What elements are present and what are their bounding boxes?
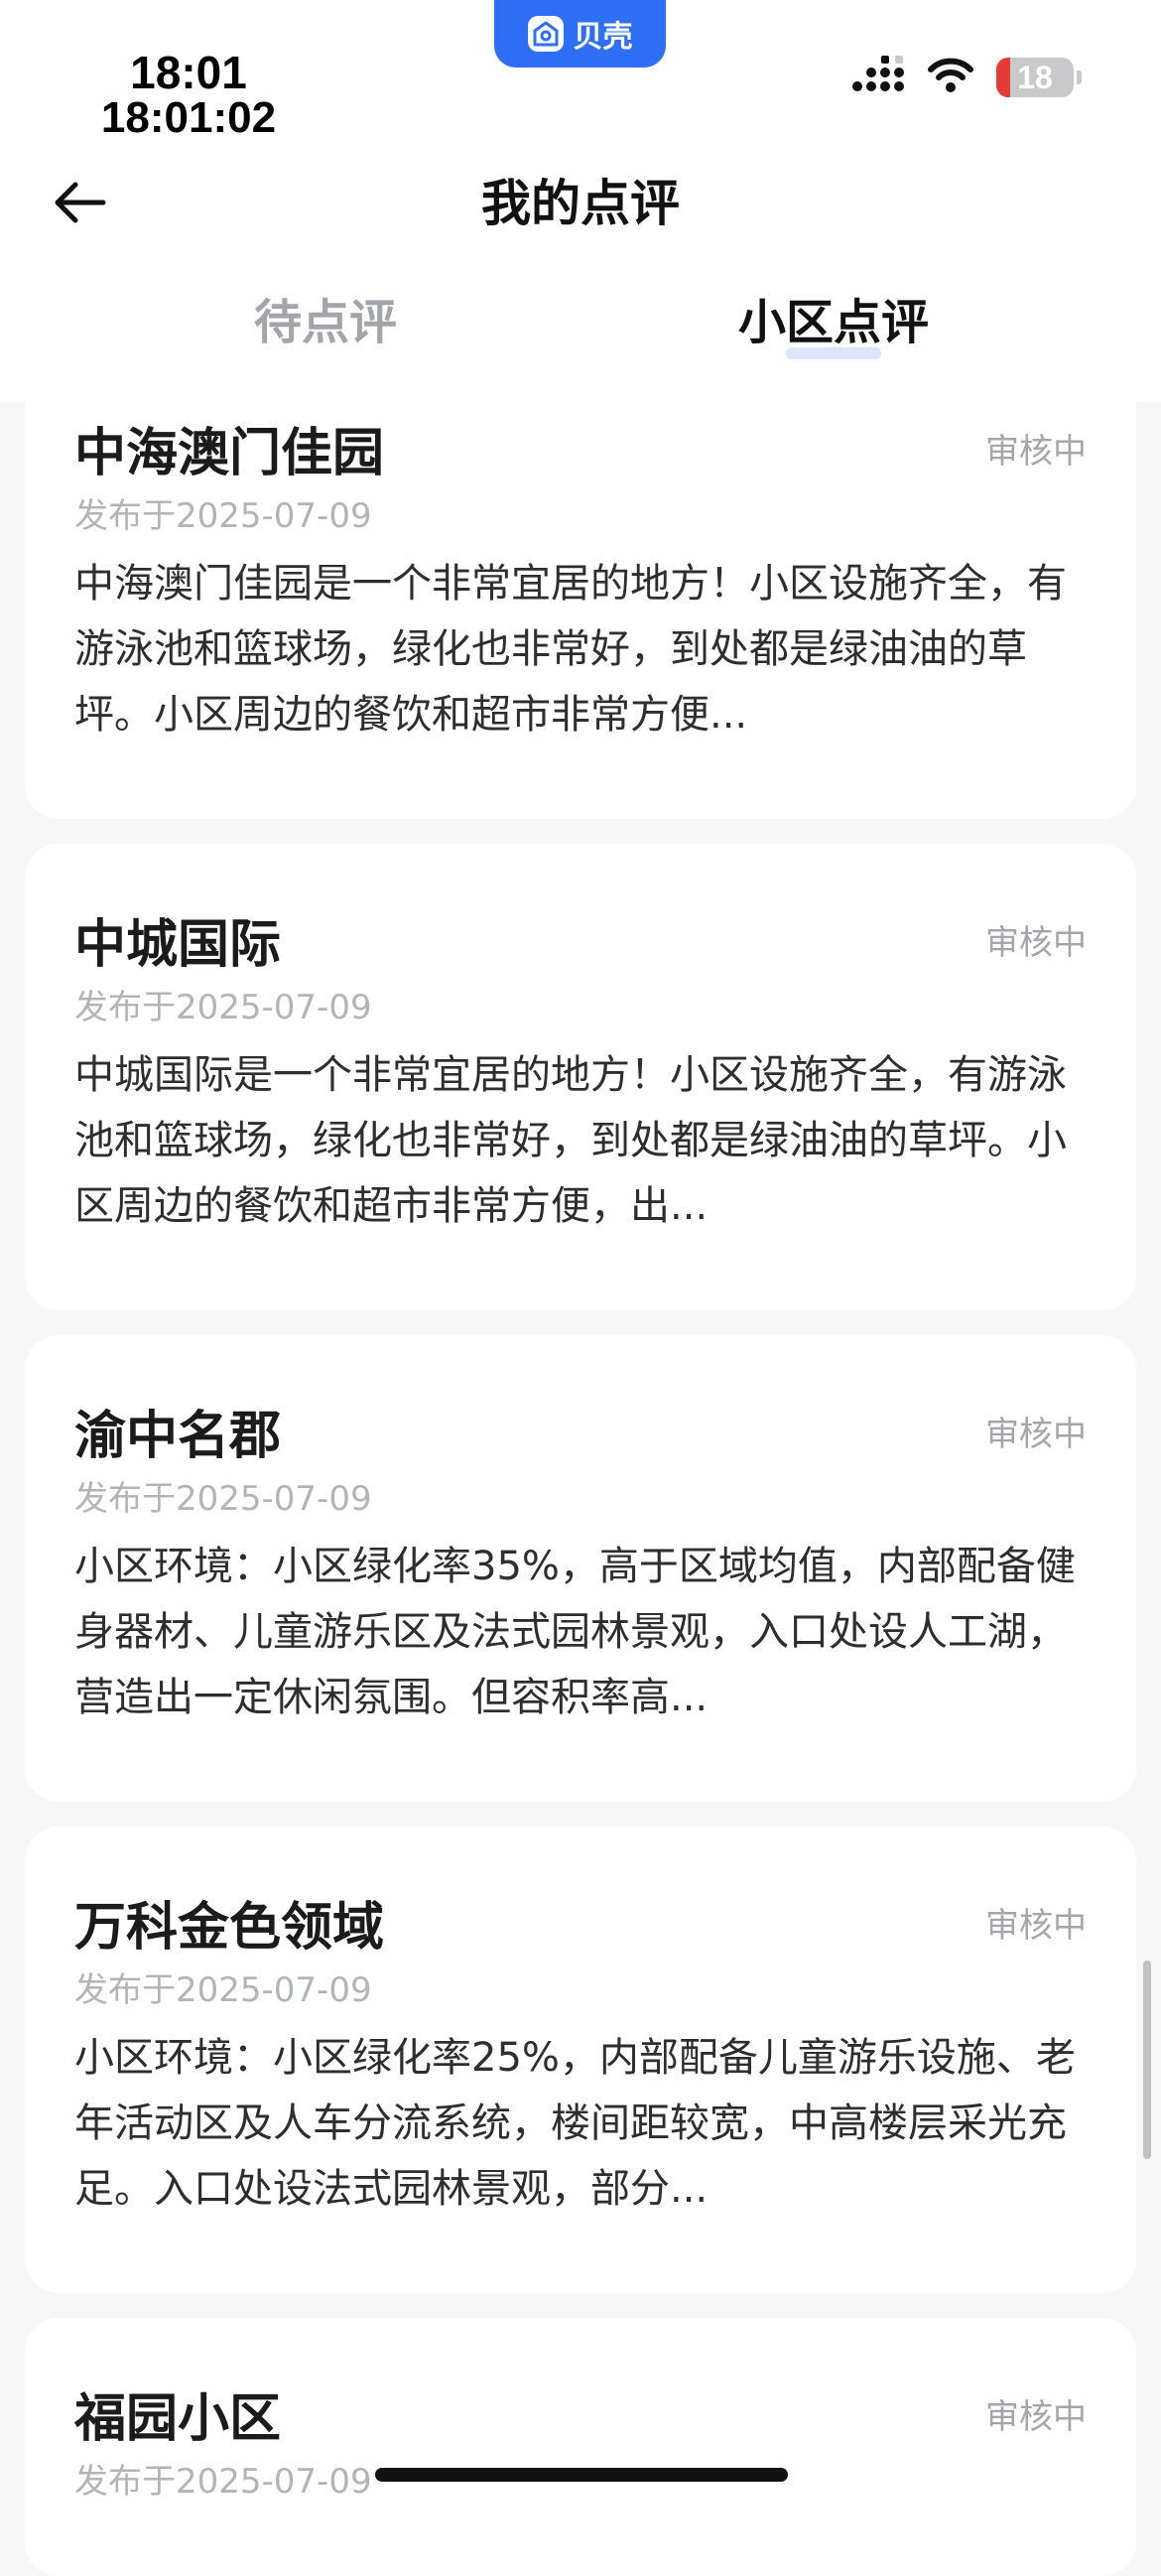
status-time-hm: 18:01 — [130, 47, 247, 98]
active-tab-indicator — [786, 347, 881, 359]
cellular-signal-icon — [851, 56, 905, 99]
status-time: 18:01 18:01:02 — [89, 50, 288, 141]
review-date: 发布于2025-07-09 — [74, 2462, 372, 2502]
wifi-icon — [927, 58, 974, 97]
review-date: 发布于2025-07-09 — [74, 988, 372, 1027]
review-card[interactable]: 中城国际 审核中 发布于2025-07-09 中城国际是一个非常宜居的地方！小区… — [25, 844, 1136, 1310]
header: 贝壳 18:01 18:01:02 18 我的点评 待点评 小区点评 — [0, 0, 1161, 402]
review-status-badge: 审核中 — [985, 2397, 1087, 2437]
page-title: 我的点评 — [481, 175, 680, 232]
review-card[interactable]: 中海澳门佳园 审核中 发布于2025-07-09 中海澳门佳园是一个非常宜居的地… — [25, 352, 1136, 819]
community-name: 渝中名郡 — [74, 1407, 282, 1466]
review-card[interactable]: 福园小区 审核中 发布于2025-07-09 — [25, 2318, 1136, 2576]
review-date: 发布于2025-07-09 — [74, 1479, 372, 1519]
status-time-hms: 18:01:02 — [100, 93, 277, 142]
community-name: 中海澳门佳园 — [74, 424, 385, 483]
community-name: 中城国际 — [74, 915, 282, 975]
review-date: 发布于2025-07-09 — [74, 496, 372, 536]
beike-logo-icon — [527, 16, 564, 52]
review-date: 发布于2025-07-09 — [74, 1970, 372, 2010]
review-status-badge: 审核中 — [985, 1415, 1087, 1454]
battery-icon: 18 — [996, 58, 1074, 97]
review-card[interactable]: 渝中名郡 审核中 发布于2025-07-09 小区环境：小区绿化率35%，高于区… — [25, 1335, 1136, 1802]
scrollbar[interactable] — [1143, 1961, 1151, 2159]
tab-pending-reviews[interactable]: 待点评 — [127, 288, 524, 357]
review-status-badge: 审核中 — [985, 923, 1087, 963]
community-name: 万科金色领域 — [74, 1898, 385, 1958]
app-badge-label: 贝壳 — [573, 20, 633, 55]
battery-level: 18 — [1017, 59, 1053, 95]
review-card[interactable]: 万科金色领域 审核中 发布于2025-07-09 小区环境：小区绿化率25%，内… — [25, 1827, 1136, 2293]
app-badge[interactable]: 贝壳 — [494, 0, 666, 68]
review-content: 中海澳门佳园是一个非常宜居的地方！小区设施齐全，有游泳池和篮球场，绿化也非常好，… — [74, 561, 1067, 738]
review-content: 中城国际是一个非常宜居的地方！小区设施齐全，有游泳池和篮球场，绿化也非常好，到处… — [74, 1052, 1067, 1229]
battery-group: 18 — [996, 58, 1082, 97]
home-indicator[interactable] — [375, 2468, 788, 2482]
review-content: 小区环境：小区绿化率35%，高于区域均值，内部配备健身器材、儿童游乐区及法式园林… — [74, 1544, 1076, 1720]
review-status-badge: 审核中 — [985, 432, 1087, 472]
battery-fill — [996, 58, 1011, 97]
back-button[interactable] — [40, 169, 119, 240]
battery-cap — [1077, 70, 1082, 84]
status-icons: 18 — [851, 56, 1082, 99]
review-status-badge: 审核中 — [985, 1906, 1087, 1946]
community-name: 福园小区 — [74, 2389, 282, 2449]
back-arrow-icon — [52, 181, 107, 228]
review-content: 小区环境：小区绿化率25%，内部配备儿童游乐设施、老年活动区及人车分流系统，楼间… — [74, 2035, 1076, 2212]
